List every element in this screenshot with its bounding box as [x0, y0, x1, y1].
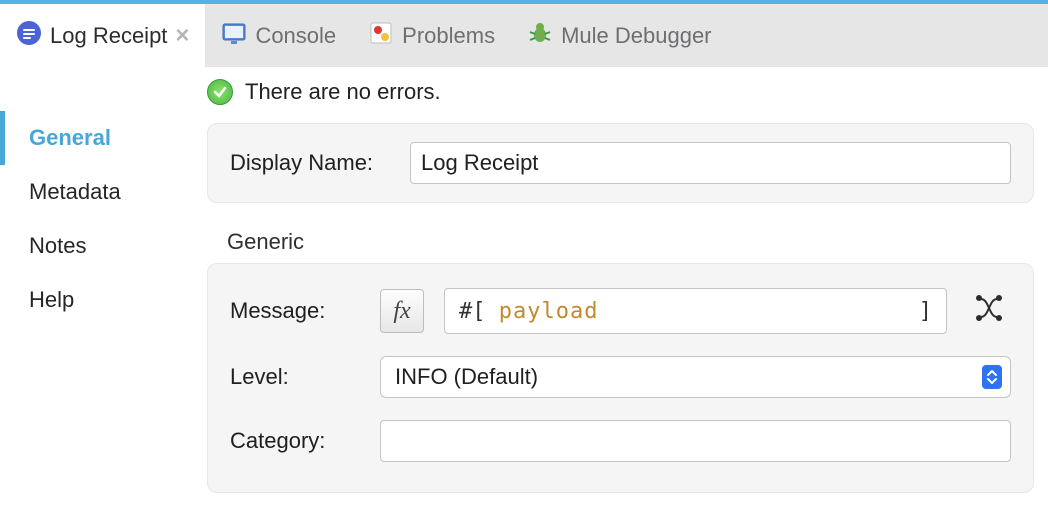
chevron-updown-icon: [982, 365, 1002, 389]
fx-button[interactable]: fx: [380, 289, 424, 333]
display-name-input[interactable]: Log Receipt: [410, 142, 1011, 184]
sidebar-item-general[interactable]: General: [0, 111, 197, 165]
logger-icon: [16, 20, 42, 52]
message-input[interactable]: #[ payload ]: [444, 288, 947, 334]
bug-icon: [527, 20, 553, 52]
fx-icon: fx: [393, 298, 410, 325]
properties-main: There are no errors. Display Name: Log R…: [197, 67, 1048, 514]
expr-prefix: #[: [459, 299, 486, 324]
mapping-icon: [973, 292, 1005, 330]
tab-log-receipt[interactable]: Log Receipt ×: [0, 4, 205, 67]
problems-icon: [368, 20, 394, 52]
tab-label: Log Receipt: [50, 23, 167, 49]
sidebar-item-label: Metadata: [29, 179, 121, 204]
tab-label: Problems: [402, 23, 495, 49]
validation-status: There are no errors.: [207, 79, 1034, 105]
properties-sidebar: General Metadata Notes Help: [0, 67, 197, 514]
display-name-panel: Display Name: Log Receipt: [207, 123, 1034, 203]
tab-problems[interactable]: Problems: [352, 4, 511, 67]
console-icon: [221, 20, 247, 52]
tab-console[interactable]: Console: [205, 4, 352, 67]
editor-tabbar: Log Receipt × Console Problems: [0, 0, 1048, 67]
sidebar-item-notes[interactable]: Notes: [0, 219, 197, 273]
level-value: INFO (Default): [395, 364, 538, 390]
message-label: Message:: [230, 298, 360, 324]
level-label: Level:: [230, 364, 360, 390]
generic-section-title: Generic: [227, 229, 1034, 255]
sidebar-item-label: Notes: [29, 233, 86, 258]
sidebar-item-label: General: [29, 125, 111, 150]
tab-mule-debugger[interactable]: Mule Debugger: [511, 4, 727, 67]
sidebar-item-metadata[interactable]: Metadata: [0, 165, 197, 219]
ok-icon: [207, 79, 233, 105]
tab-label: Console: [255, 23, 336, 49]
validation-message: There are no errors.: [245, 79, 441, 105]
expr-value: payload: [499, 299, 599, 324]
category-input[interactable]: [380, 420, 1011, 462]
level-select[interactable]: INFO (Default): [380, 356, 1011, 398]
sidebar-item-help[interactable]: Help: [0, 273, 197, 327]
sidebar-item-label: Help: [29, 287, 74, 312]
map-button[interactable]: [967, 289, 1011, 333]
display-name-value: Log Receipt: [421, 150, 538, 176]
tab-label: Mule Debugger: [561, 23, 711, 49]
close-icon[interactable]: ×: [175, 22, 189, 50]
generic-fieldset: Message: fx #[ payload ]: [207, 263, 1034, 493]
display-name-label: Display Name:: [230, 150, 390, 176]
category-label: Category:: [230, 428, 360, 454]
expr-suffix: ]: [919, 299, 932, 324]
